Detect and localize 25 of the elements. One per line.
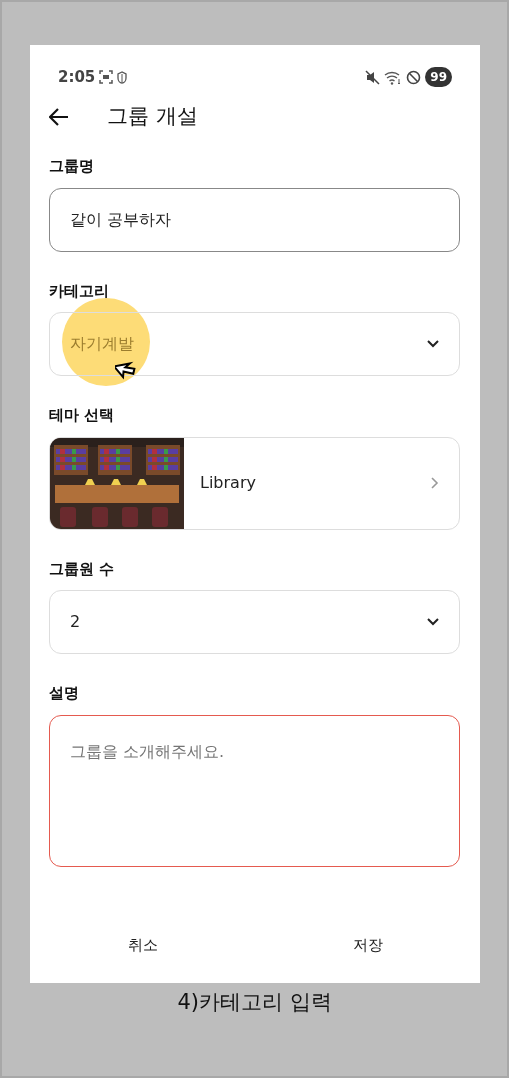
field-label: 테마 선택 xyxy=(49,405,116,426)
battery-badge: 99 xyxy=(425,67,452,87)
field-label: 설명 xyxy=(49,683,80,704)
field-label: 그룹원 수 xyxy=(49,558,116,580)
status-time: 2:05 xyxy=(58,66,96,88)
select-field[interactable]: 2 xyxy=(49,590,460,654)
shield-icon xyxy=(117,70,128,84)
screenshot-icon xyxy=(99,70,114,84)
page-title: 그룹 개설 xyxy=(107,103,198,131)
description-field[interactable]: 그룹을 소개해주세요. xyxy=(49,714,460,867)
field-label: 카테고리 xyxy=(49,280,110,302)
chevron-right-icon xyxy=(431,477,439,489)
chevron-down-icon xyxy=(427,340,439,348)
block-icon xyxy=(406,69,422,85)
save-button[interactable]: 저장 xyxy=(255,911,480,983)
chevron-down-icon xyxy=(427,618,439,626)
back-arrow-icon xyxy=(49,108,69,126)
field-label: 그룹명 xyxy=(49,156,95,177)
text-field[interactable]: 같이 공부하자 xyxy=(49,187,460,252)
theme-picker[interactable]: Library xyxy=(49,436,460,530)
back-button[interactable] xyxy=(49,108,69,126)
cancel-button[interactable]: 취소 xyxy=(30,911,255,983)
caption: 4)카테고리 입력 xyxy=(176,989,333,1016)
mute-icon xyxy=(365,69,381,85)
wifi-icon xyxy=(384,69,403,85)
